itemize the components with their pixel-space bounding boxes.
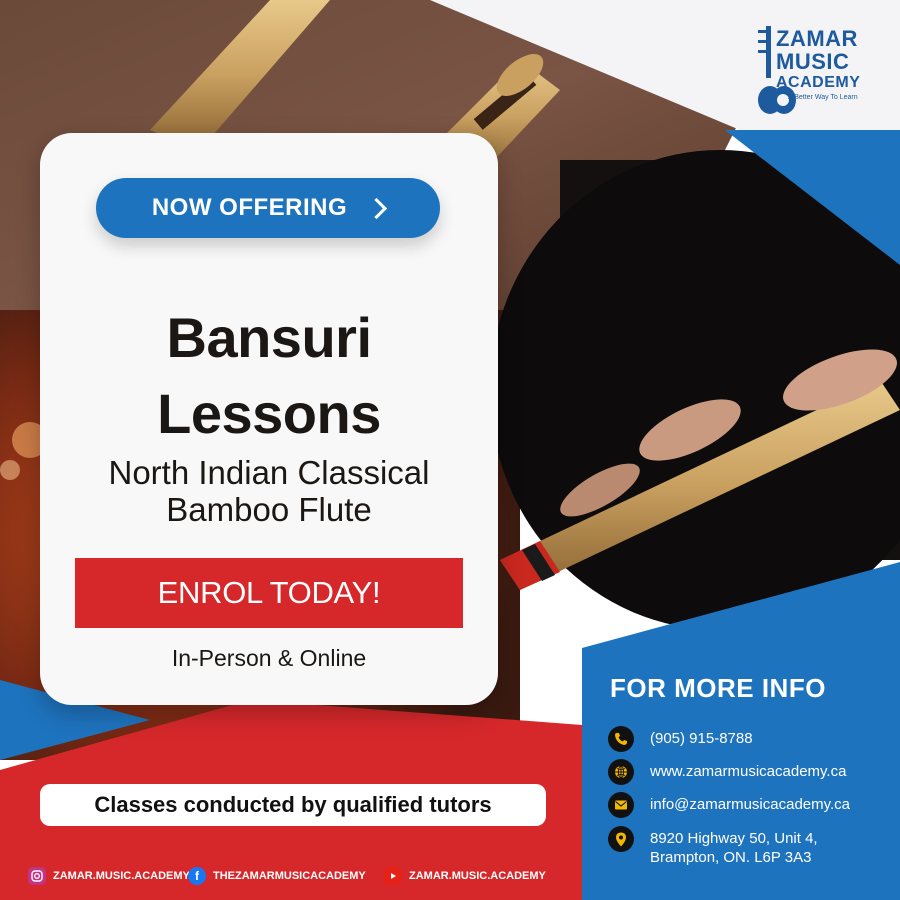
instagram-handle: ZAMAR.MUSIC.ACADEMY — [53, 870, 190, 882]
mail-icon — [608, 792, 634, 818]
headline-line2: Lessons — [157, 382, 381, 445]
headline-line1: Bansuri — [166, 306, 373, 369]
facebook-handle: THEZAMARMUSICACADEMY — [213, 870, 366, 882]
address-line1: 8920 Highway 50, Unit 4, — [650, 830, 818, 847]
subtitle-line1: North Indian Classical — [108, 454, 430, 491]
address-line2: Brampton, ON. L6P 3A3 — [650, 848, 812, 866]
lesson-modes: In-Person & Online — [171, 645, 367, 671]
youtube-handle: ZAMAR.MUSIC.ACADEMY — [409, 870, 546, 882]
now-offering-label: NOW OFFERING — [151, 194, 348, 221]
instagram-icon — [28, 867, 46, 885]
logo-text-line3: ACADEMY — [776, 74, 861, 91]
phone-text: (905) 915-8788 — [650, 730, 753, 747]
facebook-icon: f — [188, 867, 206, 885]
location-pin-icon — [608, 826, 634, 852]
email-text: info@zamarmusicacademy.ca — [650, 796, 851, 813]
logo-text-line2: MUSIC — [776, 49, 850, 74]
social-facebook[interactable]: f THEZAMARMUSICACADEMY — [188, 862, 366, 890]
website-text: www.zamarmusicacademy.ca — [650, 763, 847, 780]
social-youtube[interactable]: ZAMAR.MUSIC.ACADEMY — [384, 862, 546, 890]
phone-row[interactable]: (905) 915-8788 — [608, 726, 753, 752]
chevron-right-icon — [366, 197, 388, 219]
subtitle-line2: Bamboo Flute — [166, 491, 372, 528]
academy-logo: ZAMAR MUSIC ACADEMY A Better Way To Lear… — [748, 14, 888, 126]
tutors-banner: Classes conducted by qualified tutors — [40, 784, 546, 826]
logo-tagline: A Better Way To Learn — [788, 94, 858, 101]
globe-icon — [608, 759, 634, 785]
phone-icon — [608, 726, 634, 752]
enrol-today-button[interactable]: ENROL TODAY! — [75, 558, 463, 628]
youtube-icon — [384, 867, 402, 885]
email-row[interactable]: info@zamarmusicacademy.ca — [608, 792, 850, 818]
address-text: 8920 Highway 50, Unit 4, Brampton, ON. L… — [650, 826, 818, 868]
logo-text-line1: ZAMAR — [776, 26, 858, 51]
social-instagram[interactable]: ZAMAR.MUSIC.ACADEMY — [28, 862, 190, 890]
info-heading: FOR MORE INFO — [610, 673, 826, 703]
website-row[interactable]: www.zamarmusicacademy.ca — [608, 759, 846, 785]
now-offering-badge[interactable]: NOW OFFERING — [96, 178, 440, 238]
address-row[interactable]: 8920 Highway 50, Unit 4, Brampton, ON. L… — [608, 826, 818, 868]
